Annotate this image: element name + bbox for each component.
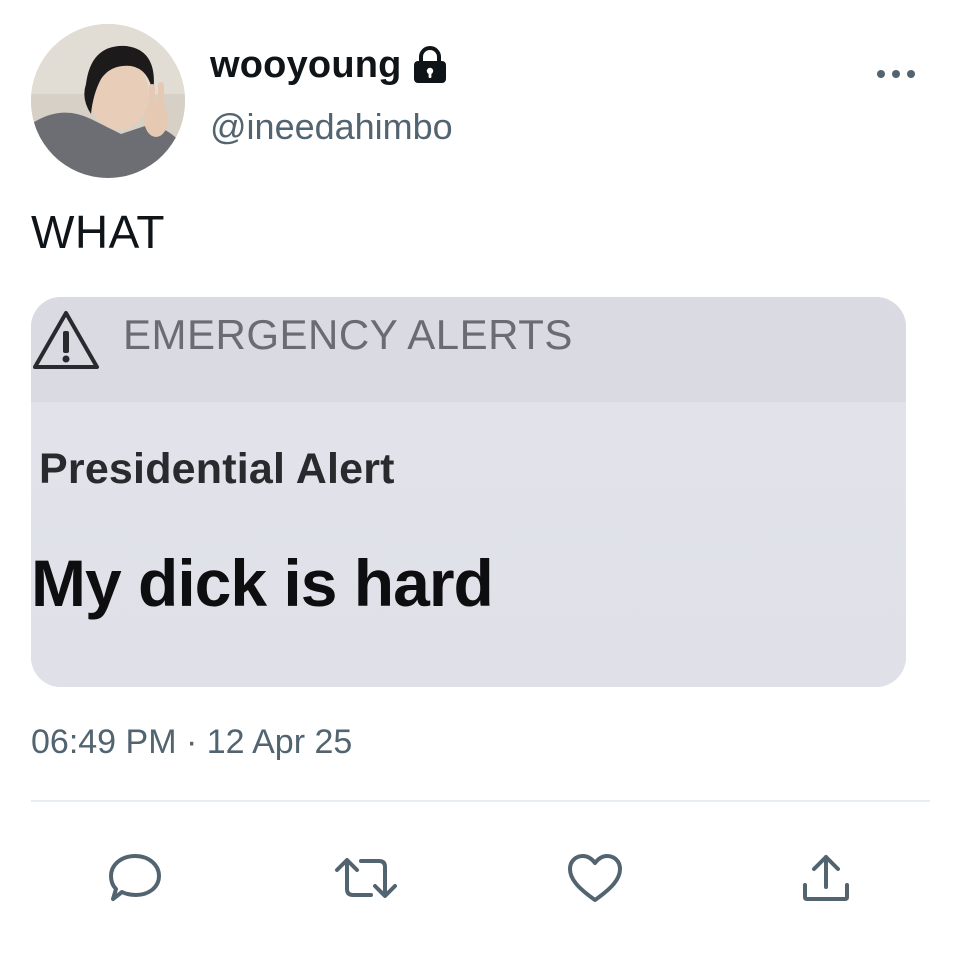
display-name[interactable]: wooyoung	[210, 44, 402, 87]
alert-subtitle: Presidential Alert	[39, 445, 395, 493]
more-horizontal-icon	[877, 70, 915, 78]
warning-triangle-icon	[31, 307, 101, 373]
alert-header: EMERGENCY ALERTS	[123, 311, 573, 358]
retweet-button[interactable]	[326, 838, 406, 918]
tweet-text: WHAT	[31, 206, 166, 258]
reply-icon	[109, 854, 161, 901]
heart-icon	[568, 854, 622, 902]
share-button[interactable]	[786, 838, 866, 918]
author-name-row[interactable]: wooyoung	[210, 40, 448, 90]
tweet-timestamp[interactable]: 06:49 PM · 12 Apr 25	[31, 723, 352, 762]
like-button[interactable]	[555, 838, 635, 918]
more-options-button[interactable]	[870, 54, 922, 94]
alert-message: My dick is hard	[31, 546, 494, 620]
avatar-image	[31, 24, 185, 178]
lock-icon	[412, 46, 448, 84]
share-icon	[803, 855, 849, 901]
retweet-icon	[335, 858, 397, 898]
divider	[31, 800, 930, 802]
avatar[interactable]	[31, 24, 185, 178]
action-bar	[0, 838, 960, 918]
tweet-media[interactable]: EMERGENCY ALERTS Presidential Alert My d…	[31, 297, 906, 687]
author-handle[interactable]: @ineedahimbo	[210, 106, 453, 148]
reply-button[interactable]	[95, 838, 175, 918]
